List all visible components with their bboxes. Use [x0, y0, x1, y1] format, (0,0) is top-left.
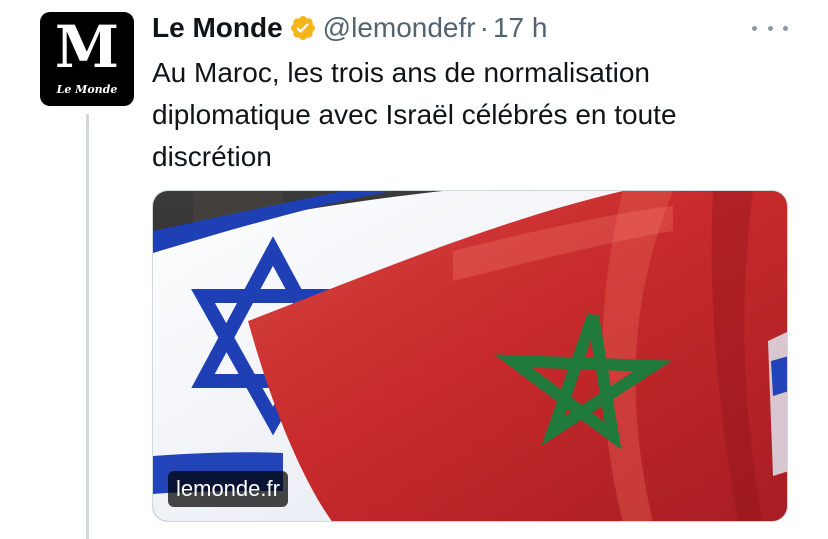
tweet-timestamp[interactable]: 17 h [493, 12, 548, 44]
author-handle[interactable]: @lemondefr [323, 12, 476, 44]
israel-flag-edge-stripe [771, 356, 787, 396]
author-display-name[interactable]: Le Monde [152, 12, 283, 44]
thread-connector-line [86, 114, 89, 539]
more-dot [752, 25, 757, 31]
avatar-logo-caption: Le Monde [56, 83, 118, 96]
header-separator: · [479, 12, 489, 43]
avatar[interactable]: M Le Monde [40, 12, 134, 106]
tweet-text: Au Maroc, les trois ans de normalisation… [152, 57, 677, 172]
tweet-header: Le Monde @lemondefr · 17 h [152, 8, 547, 48]
media-source-label[interactable]: lemonde.fr [168, 471, 288, 507]
avatar-logo-letter: M [54, 13, 120, 81]
more-dot [767, 25, 773, 31]
more-options-icon[interactable] [752, 16, 788, 40]
verified-badge-icon[interactable] [289, 14, 317, 42]
more-dot [783, 25, 788, 31]
